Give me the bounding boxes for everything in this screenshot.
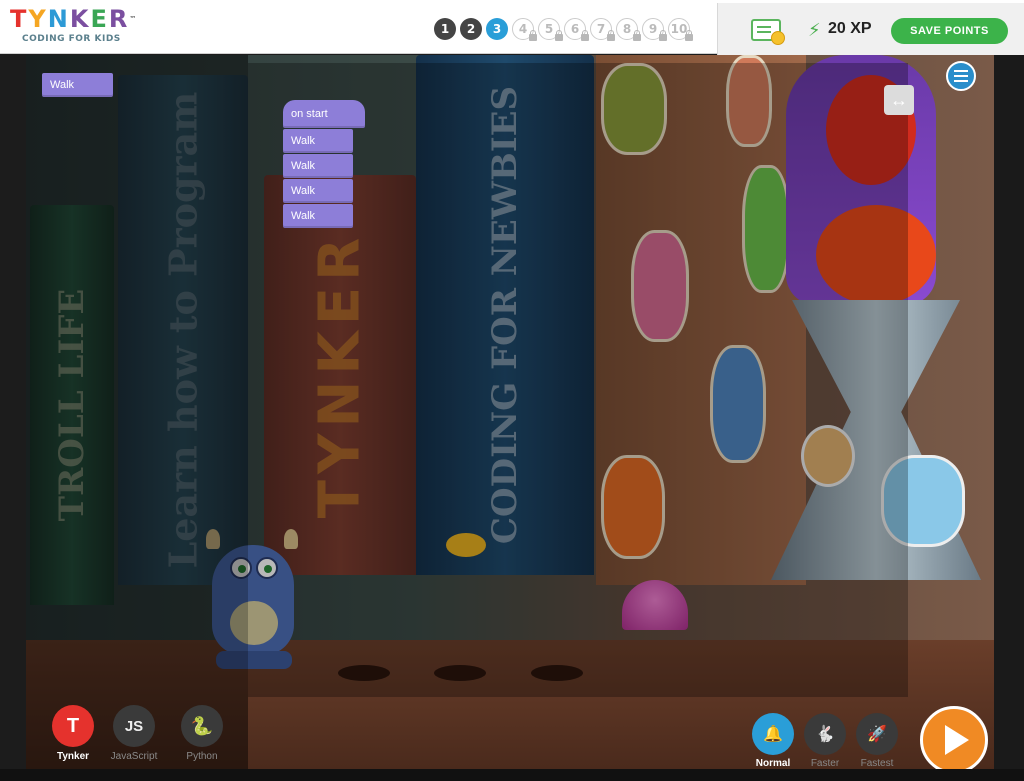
logo-letter: N — [47, 5, 70, 33]
logo-letter: E — [90, 5, 109, 33]
tynker-logo[interactable]: TYNKER™ CODING FOR KIDS — [10, 5, 136, 49]
hamburger-menu-icon[interactable] — [946, 61, 976, 91]
level-2[interactable]: 2 — [460, 18, 482, 40]
lock-icon — [555, 30, 563, 41]
level-progress: 1 2 3 4 5 6 7 8 9 10 — [434, 18, 693, 41]
logo-wordmark: TYNKER™ — [10, 5, 136, 33]
javascript-icon: JS — [113, 705, 155, 747]
logo-tagline: CODING FOR KIDS — [22, 34, 121, 44]
level-number: 6 — [570, 22, 580, 36]
level-8-locked: 8 — [616, 18, 641, 41]
top-bar: TYNKER™ CODING FOR KIDS 1 2 3 4 5 6 7 8 … — [0, 0, 1024, 55]
lightning-bolt-icon: ⚡ — [808, 20, 821, 40]
menu-line — [954, 80, 968, 82]
right-margin — [994, 55, 1024, 769]
block-palette-panel — [26, 55, 248, 769]
level-1[interactable]: 1 — [434, 18, 456, 40]
points-panel: ⚡ 20 XP SAVE POINTS — [717, 3, 1024, 55]
speed-label: Normal — [755, 758, 791, 769]
xp-counter: 20 XP — [828, 20, 872, 37]
language-python[interactable]: 🐍 Python — [177, 705, 227, 762]
level-number: 3 — [492, 22, 502, 36]
language-javascript[interactable]: JS JavaScript — [109, 705, 159, 762]
menu-line — [954, 75, 968, 77]
lock-icon — [685, 30, 693, 41]
bottom-margin — [0, 769, 1024, 781]
level-number: 4 — [518, 22, 528, 36]
level-6-locked: 6 — [564, 18, 589, 41]
logo-trademark: ™ — [129, 15, 139, 23]
level-number: 7 — [596, 22, 606, 36]
logo-letter: R — [108, 5, 130, 33]
play-icon[interactable] — [920, 706, 988, 769]
walk-block[interactable]: Walk — [283, 154, 353, 178]
logo-letter: K — [69, 5, 91, 33]
walk-block[interactable]: Walk — [283, 129, 353, 153]
language-label: Tynker — [56, 751, 90, 762]
level-number: 9 — [648, 22, 658, 36]
speed-normal[interactable]: 🔔 Normal — [749, 713, 797, 769]
hare-icon: 🐇 — [804, 713, 846, 755]
language-label: Python — [186, 751, 218, 762]
level-number: 1 — [440, 22, 450, 36]
game-stage: TROLL LIFE Learn how to Program TYNKER C… — [26, 55, 994, 769]
level-3-current[interactable]: 3 — [486, 18, 508, 40]
horizontal-resize-icon[interactable]: ↔ — [884, 85, 914, 115]
lock-icon — [581, 30, 589, 41]
level-10-locked: 10 — [668, 18, 693, 41]
on-start-block[interactable]: on start — [283, 100, 365, 128]
walk-block[interactable]: Walk — [283, 204, 353, 228]
language-tynker[interactable]: T Tynker — [48, 705, 98, 762]
speed-label: Faster — [810, 758, 840, 769]
lock-icon — [529, 30, 537, 41]
level-number: 2 — [466, 22, 476, 36]
menu-line — [954, 70, 968, 72]
python-icon: 🐍 — [181, 705, 223, 747]
level-5-locked: 5 — [538, 18, 563, 41]
level-number: 5 — [544, 22, 554, 36]
speed-label: Fastest — [860, 758, 894, 769]
lock-icon — [659, 30, 667, 41]
language-label: JavaScript — [110, 751, 158, 762]
level-9-locked: 9 — [642, 18, 667, 41]
logo-letter: T — [10, 5, 29, 33]
tynker-logo-icon: T — [52, 705, 94, 747]
lock-icon — [633, 30, 641, 41]
speed-faster[interactable]: 🐇 Faster — [801, 713, 849, 769]
logo-letter: Y — [28, 5, 48, 33]
certificate-icon[interactable] — [751, 19, 785, 45]
speed-fastest[interactable]: 🚀 Fastest — [853, 713, 901, 769]
level-number: 8 — [622, 22, 632, 36]
level-4-locked: 4 — [512, 18, 537, 41]
walk-block[interactable]: Walk — [283, 179, 353, 203]
palette-walk-block[interactable]: Walk — [42, 73, 113, 97]
lock-icon — [607, 30, 615, 41]
bell-icon: 🔔 — [752, 713, 794, 755]
level-7-locked: 7 — [590, 18, 615, 41]
save-points-button[interactable]: SAVE POINTS — [891, 18, 1008, 44]
rocket-icon: 🚀 — [856, 713, 898, 755]
